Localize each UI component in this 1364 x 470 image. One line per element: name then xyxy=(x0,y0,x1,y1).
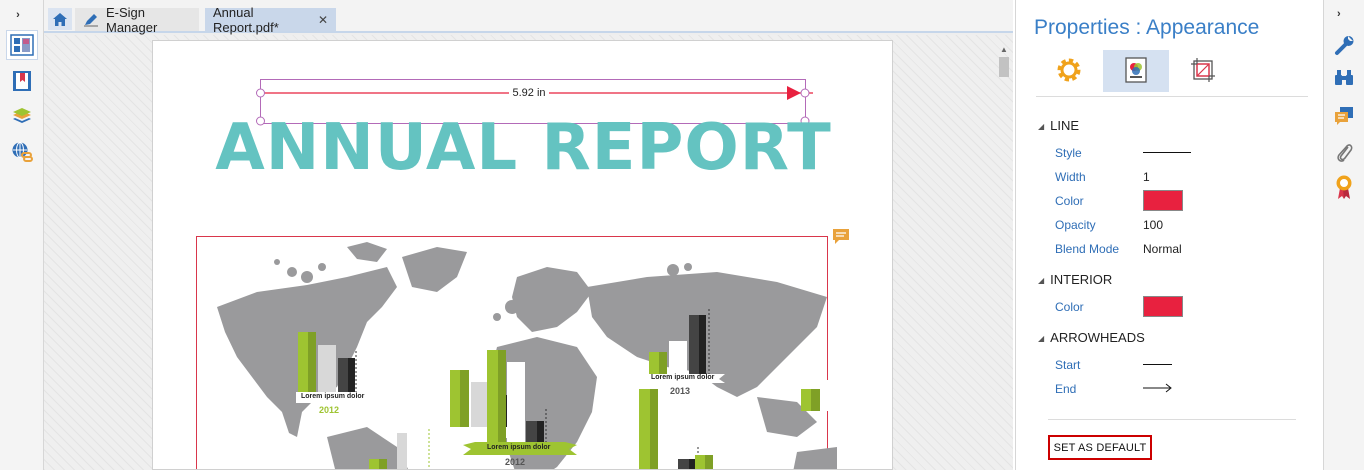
blend-mode-label: Blend Mode xyxy=(1055,242,1120,256)
asia-chart-label: Lorem ipsum dolor xyxy=(651,374,715,381)
tab-general[interactable] xyxy=(1036,50,1102,92)
binoculars-icon[interactable] xyxy=(1328,62,1360,92)
africa-chart-year: 2012 xyxy=(505,457,526,467)
america-chart-label: Lorem ipsum dolor xyxy=(301,393,365,400)
africa-chart-label: Lorem ipsum dolor xyxy=(487,444,551,451)
panel-title: Properties : Appearance xyxy=(1034,16,1260,39)
bookmarks-icon[interactable] xyxy=(6,66,38,96)
section-arrowheads[interactable]: ◢ ARROWHEADS xyxy=(1038,330,1145,345)
right-sidebar: › xyxy=(1323,0,1364,470)
scroll-thumb[interactable] xyxy=(999,57,1009,77)
section-interior-label: INTERIOR xyxy=(1050,272,1113,287)
set-as-default-button[interactable]: SET AS DEFAULT xyxy=(1048,435,1152,460)
line-color-swatch[interactable] xyxy=(1143,190,1183,211)
tab-bar: E-Sign Manager Annual Report.pdf* ✕ xyxy=(44,0,1013,35)
scroll-up-arrow[interactable]: ▲ xyxy=(999,45,1009,55)
pen-icon xyxy=(83,13,99,27)
tab-geometry[interactable] xyxy=(1170,50,1236,92)
tab-esign-manager[interactable]: E-Sign Manager xyxy=(75,5,199,35)
section-interior[interactable]: ◢ INTERIOR xyxy=(1038,272,1112,287)
app-window: › E-Sign Manager Annual Report.pdf* ✕ 5.… xyxy=(0,0,1364,470)
left-sidebar: › xyxy=(0,0,44,470)
vertical-scrollbar[interactable]: ▲ xyxy=(999,45,1009,470)
infographic-bars xyxy=(296,309,725,469)
layers-icon[interactable] xyxy=(6,101,38,131)
collapse-triangle-icon[interactable]: ◢ xyxy=(1038,334,1044,343)
blend-mode-value[interactable]: Normal xyxy=(1143,242,1182,256)
links-icon[interactable] xyxy=(6,137,38,167)
expand-right-panel-button[interactable]: › xyxy=(1337,8,1341,20)
section-line-label: LINE xyxy=(1050,118,1080,133)
style-label: Style xyxy=(1055,146,1082,160)
comment-note-icon[interactable] xyxy=(832,228,850,246)
width-value[interactable]: 1 xyxy=(1143,170,1150,184)
wrench-icon[interactable] xyxy=(1328,30,1360,60)
start-arrowhead-sample[interactable] xyxy=(1143,364,1172,365)
opacity-value[interactable]: 100 xyxy=(1143,218,1163,232)
certificate-icon[interactable] xyxy=(1328,172,1360,202)
document-canvas[interactable]: 5.92 in ANNUAL REPORT Lorem ipsum dolor … xyxy=(44,35,1013,470)
properties-panel: Properties : Appearance ◢ LINE Style Widt… xyxy=(1015,0,1323,470)
width-label: Width xyxy=(1055,170,1086,184)
document-area: E-Sign Manager Annual Report.pdf* ✕ 5.92… xyxy=(44,0,1013,470)
home-icon[interactable] xyxy=(48,8,72,30)
tab-label: Annual Report.pdf* xyxy=(213,4,279,35)
panel-divider xyxy=(1048,419,1296,420)
interior-color-label: Color xyxy=(1055,300,1084,314)
pdf-page[interactable]: 5.92 in ANNUAL REPORT Lorem ipsum dolor … xyxy=(152,40,893,470)
crop-icon xyxy=(1189,56,1217,87)
opacity-label: Opacity xyxy=(1055,218,1096,232)
end-label: End xyxy=(1055,382,1077,396)
attachment-icon[interactable] xyxy=(1328,137,1360,167)
tab-annual-report[interactable]: Annual Report.pdf* ✕ xyxy=(205,5,336,35)
thumbnails-icon[interactable] xyxy=(6,30,38,60)
close-tab-icon[interactable]: ✕ xyxy=(318,13,328,27)
tab-label: E-Sign Manager xyxy=(106,4,158,35)
america-chart-year: 2012 xyxy=(319,405,340,415)
start-label: Start xyxy=(1055,358,1081,372)
line-style-sample[interactable] xyxy=(1143,152,1191,153)
interior-color-swatch[interactable] xyxy=(1143,296,1183,317)
gear-icon xyxy=(1055,56,1083,87)
appearance-icon xyxy=(1123,56,1149,87)
end-arrowhead-sample[interactable] xyxy=(1143,382,1173,397)
asia-chart-year: 2013 xyxy=(670,386,691,396)
tab-appearance[interactable] xyxy=(1103,50,1169,92)
properties-tabs xyxy=(1036,50,1308,97)
comments-icon[interactable] xyxy=(1328,101,1360,131)
expand-left-panel-button[interactable]: › xyxy=(11,8,25,22)
section-arrowheads-label: ARROWHEADS xyxy=(1050,330,1145,345)
collapse-triangle-icon[interactable]: ◢ xyxy=(1038,122,1044,131)
line-color-label: Color xyxy=(1055,194,1084,208)
section-line[interactable]: ◢ LINE xyxy=(1038,118,1079,133)
collapse-triangle-icon[interactable]: ◢ xyxy=(1038,276,1044,285)
